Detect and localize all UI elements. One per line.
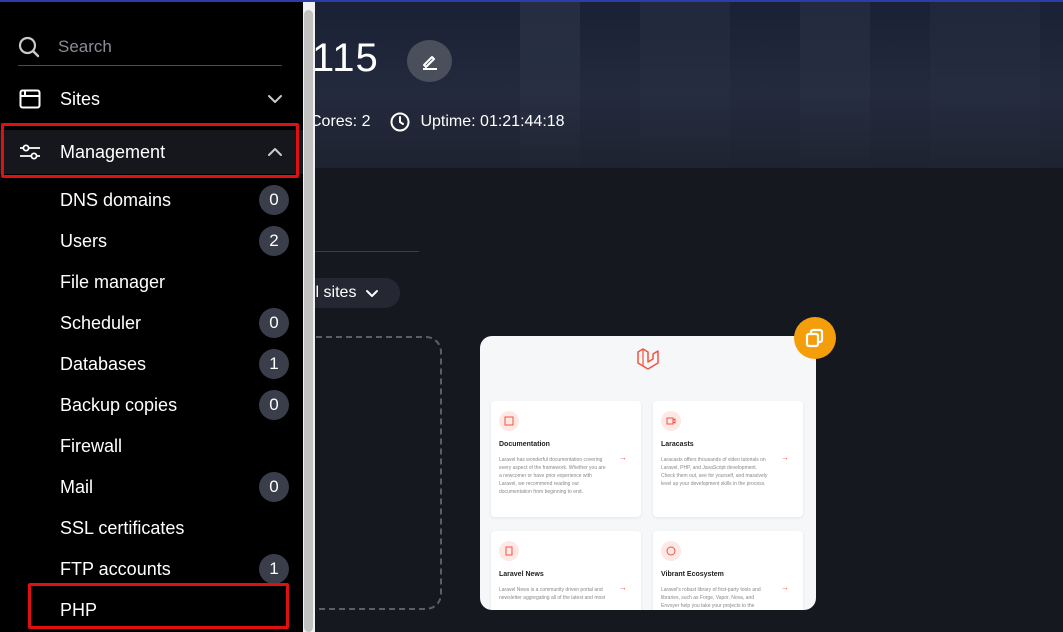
arrow-right-icon: → <box>781 583 789 592</box>
sidebar-subitem-backup-copies[interactable]: Backup copies 0 <box>0 385 303 425</box>
sidebar-subitem-label: FTP accounts <box>60 558 171 579</box>
laravel-logo-icon <box>636 348 660 379</box>
sidebar-item-sites[interactable]: Sites <box>0 77 303 121</box>
sidebar-subitem-databases[interactable]: Databases 1 <box>0 344 303 384</box>
sidebar-subitem-dns-domains[interactable]: DNS domains 0 <box>0 180 303 220</box>
sidebar-subitem-users[interactable]: Users 2 <box>0 221 303 261</box>
sidebar-scrollbar-thumb[interactable] <box>304 10 313 632</box>
chevron-up-icon <box>266 143 284 161</box>
sidebar-search[interactable]: Search <box>18 28 282 66</box>
sidebar-subitem-firewall[interactable]: Firewall <box>0 426 303 466</box>
search-icon <box>18 36 40 58</box>
sidebar-subitem-mail[interactable]: Mail 0 <box>0 467 303 507</box>
sidebar-item-label: Management <box>60 141 166 162</box>
chevron-down-icon <box>364 285 380 301</box>
add-site-card[interactable] <box>296 336 442 610</box>
banner-background-rack <box>930 0 1040 168</box>
server-title: 115 <box>312 36 379 80</box>
sidebar: Search Sites Management DNS domains 0 Us… <box>0 0 303 632</box>
sliders-icon <box>19 142 41 162</box>
copy-site-button[interactable] <box>794 317 836 359</box>
sidebar-subitem-label: File manager <box>60 271 166 292</box>
count-badge: 0 <box>259 185 289 215</box>
book-icon <box>499 411 519 431</box>
thumbnail-tile-title: Documentation <box>499 441 550 448</box>
thumbnail-tile-text: Laravel's robust library of first-party … <box>661 587 761 609</box>
sidebar-subitem-file-manager[interactable]: File manager <box>0 262 303 302</box>
count-badge: 1 <box>259 349 289 379</box>
thumbnail-tile: Laracasts Laracasts offers thousands of … <box>653 401 803 517</box>
count-badge: 1 <box>259 554 289 584</box>
sites-filter-label: ll sites <box>312 284 357 301</box>
sidebar-subitem-label: Firewall <box>60 435 123 456</box>
sidebar-subitem-label: Mail <box>60 476 94 497</box>
arrow-right-icon: → <box>781 453 789 462</box>
chevron-down-icon <box>266 90 284 108</box>
thumbnail-tile-text: Laracasts offers thousands of video tuto… <box>661 457 768 487</box>
pencil-icon <box>420 51 440 71</box>
site-thumbnail-card[interactable]: Documentation Laravel has wonderful docu… <box>480 336 816 610</box>
app-root: 115 Cores: 2 Uptime: 01:21:44:18 ll site… <box>0 0 1063 632</box>
search-input[interactable]: Search <box>58 37 112 57</box>
sidebar-subitem-ftp-accounts[interactable]: FTP accounts 1 <box>0 549 303 589</box>
news-icon <box>499 541 519 561</box>
sidebar-item-label: Sites <box>60 88 101 109</box>
thumbnail-tile-title: Laravel News <box>499 571 544 578</box>
thumbnail-tile: Vibrant Ecosystem Laravel's robust libra… <box>653 531 803 610</box>
count-badge: 2 <box>259 226 289 256</box>
uptime-stat: Uptime: 01:21:44:18 <box>420 113 565 130</box>
sidebar-subitem-php[interactable]: PHP <box>0 590 303 630</box>
sidebar-subitem-label: DNS domains <box>60 189 172 210</box>
banner-background-rack <box>800 0 870 168</box>
thumbnail-tile-text: Laravel News is a community driven porta… <box>499 587 606 601</box>
sidebar-subitem-label: Users <box>60 230 108 251</box>
sidebar-subitem-label: Scheduler <box>60 312 142 333</box>
server-stats: Cores: 2 Uptime: 01:21:44:18 <box>310 112 565 132</box>
banner-background-rack <box>520 0 580 168</box>
count-badge: 0 <box>259 390 289 420</box>
copy-icon <box>804 327 826 349</box>
sidebar-subitem-label: Databases <box>60 353 147 374</box>
edit-server-name-button[interactable] <box>407 40 452 82</box>
sidebar-subitem-label: Backup copies <box>60 394 178 415</box>
video-icon <box>661 411 681 431</box>
sidebar-subitem-label: PHP <box>60 599 98 620</box>
sidebar-item-management[interactable]: Management <box>0 130 303 174</box>
arrow-right-icon: → <box>619 583 627 592</box>
thumbnail-tile-text: Laravel has wonderful documentation cove… <box>499 457 606 495</box>
sidebar-subitem-ssl-certificates[interactable]: SSL certificates <box>0 508 303 548</box>
banner-background-rack <box>640 0 730 168</box>
thumbnail-tile-title: Vibrant Ecosystem <box>661 571 724 578</box>
globe-icon <box>661 541 681 561</box>
tabs-underline <box>300 251 419 252</box>
cores-stat: Cores: 2 <box>310 113 371 130</box>
sidebar-subitem-scheduler[interactable]: Scheduler 0 <box>0 303 303 343</box>
arrow-right-icon: → <box>619 453 627 462</box>
browser-window-icon <box>19 89 41 109</box>
count-badge: 0 <box>259 472 289 502</box>
thumbnail-tile: Documentation Laravel has wonderful docu… <box>491 401 641 517</box>
count-badge: 0 <box>259 308 289 338</box>
thumbnail-tile-title: Laracasts <box>661 441 694 448</box>
top-accent-line <box>0 0 1063 2</box>
thumbnail-tile: Laravel News Laravel News is a community… <box>491 531 641 610</box>
sidebar-subitem-label: SSL certificates <box>60 517 185 538</box>
clock-icon <box>390 112 410 132</box>
